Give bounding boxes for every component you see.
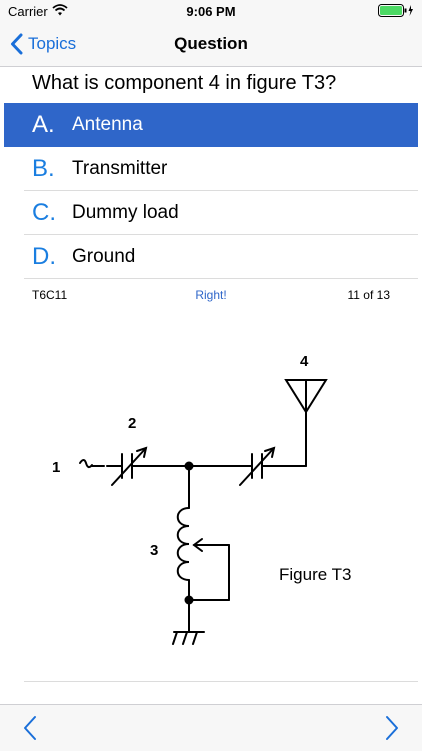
answer-letter: B. [32,155,55,182]
answer-letter: A. [32,111,55,138]
answer-text: Antenna [72,114,143,135]
question-progress: 11 of 13 [347,288,390,302]
answer-text: Ground [72,246,136,267]
status-time: 9:06 PM [186,4,236,19]
next-question-button[interactable] [384,715,400,746]
answer-text: Transmitter [72,158,168,179]
answer-letter: D. [32,243,56,270]
status-bar: Carrier 9:06 PM [0,0,422,22]
circuit-figure: 1 2 3 4 Figure T3 [52,353,351,645]
answer-option-d[interactable]: D. Ground [0,235,422,279]
answer-option-a[interactable]: A. Antenna [4,103,418,147]
answer-text: Dummy load [72,202,179,223]
question-info-row: T6C11 Right! 11 of 13 [0,286,422,304]
component-label-1: 1 [52,459,60,476]
ground-hatch [172,631,178,645]
chevron-left-icon [24,716,36,740]
inductor-3 [176,507,190,581]
figure-caption: Figure T3 [279,565,351,584]
page-title: Question [174,34,248,53]
divider [24,681,418,682]
bottom-toolbar [0,704,422,751]
answer-option-c[interactable]: C. Dummy load [0,191,422,235]
answer-list: A. Antenna B. Transmitter C. Dummy load … [0,103,422,279]
answer-option-b[interactable]: B. Transmitter [0,147,422,191]
junction-dot [184,595,194,605]
ground-hatch [182,631,188,645]
component-label-3: 3 [150,542,158,559]
chevron-right-icon [386,716,398,740]
navigation-bar: Topics Question [0,22,422,67]
junction-dot [184,461,194,471]
previous-question-button[interactable] [22,715,38,746]
component-label-2: 2 [128,415,136,432]
input-connector [79,459,93,469]
answer-letter: C. [32,199,56,226]
divider [24,278,418,279]
battery-icon [378,4,414,20]
ground-hatch [192,631,198,645]
component-label-4: 4 [300,353,309,370]
question-text: What is component 4 in figure T3? [32,72,337,94]
